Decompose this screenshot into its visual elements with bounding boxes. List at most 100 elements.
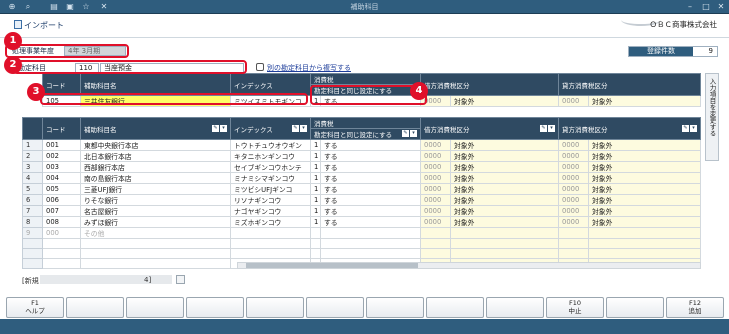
function-key-5[interactable] xyxy=(246,297,304,318)
sort-filter-icon[interactable]: ✎ ▾ xyxy=(211,124,227,132)
row-credit-code[interactable]: 0000 xyxy=(558,139,589,151)
row-credit-code[interactable]: 0000 xyxy=(558,172,589,184)
entry-credit-code[interactable]: 0000 xyxy=(558,95,589,107)
sort-filter-icon[interactable]: ✎ ▾ xyxy=(539,124,555,132)
table-row[interactable]: 6 006 りそな銀行 リソナギンコウ 1 する 0000 対象外 0000 対象外 xyxy=(22,194,701,206)
table-row[interactable]: 9 000 その他 xyxy=(22,227,701,239)
function-key-1[interactable]: F1 ヘルプ xyxy=(6,297,64,318)
row-credit-label[interactable]: 対象外 xyxy=(588,183,701,195)
row-name[interactable]: みずほ銀行 xyxy=(80,216,231,228)
row-same-no[interactable]: 1 xyxy=(310,183,321,195)
row-debit-code[interactable]: 0000 xyxy=(420,194,451,206)
horizontal-scrollbar[interactable] xyxy=(237,262,701,269)
row-code[interactable]: 000 xyxy=(42,227,81,239)
row-debit-label[interactable]: 対象外 xyxy=(450,183,559,195)
row-same-no[interactable]: 1 xyxy=(310,205,321,217)
row-code[interactable]: 007 xyxy=(42,205,81,217)
function-key-3[interactable] xyxy=(126,297,184,318)
row-credit-code[interactable] xyxy=(558,227,589,239)
row-debit-code[interactable]: 0000 xyxy=(420,161,451,173)
row-name[interactable]: 東都中央銀行本店 xyxy=(80,139,231,151)
row-index[interactable]: ナゴヤギンコウ xyxy=(230,205,311,217)
table-row[interactable]: 7 007 名古屋銀行 ナゴヤギンコウ 1 する 0000 対象外 0000 対象外 xyxy=(22,205,701,217)
list-header-credit-tax[interactable]: 貸方消費税区分 ✎ ▾ xyxy=(558,117,701,140)
row-name[interactable]: 南の島銀行本店 xyxy=(80,172,231,184)
row-same-label[interactable]: する xyxy=(320,216,421,228)
row-same-no[interactable]: 1 xyxy=(310,161,321,173)
row-credit-label[interactable]: 対象外 xyxy=(588,161,701,173)
row-credit-label[interactable] xyxy=(588,227,701,239)
row-code[interactable]: 001 xyxy=(42,139,81,151)
entry-credit-label[interactable]: 対象外 xyxy=(588,95,701,107)
row-same-label[interactable]: する xyxy=(320,194,421,206)
row-credit-label[interactable]: 対象外 xyxy=(588,194,701,206)
row-credit-label[interactable]: 対象外 xyxy=(588,172,701,184)
maximize-icon[interactable]: □ xyxy=(699,1,713,13)
row-same-no[interactable] xyxy=(310,227,321,239)
row-same-no[interactable]: 1 xyxy=(310,150,321,162)
list-header-index[interactable]: インデックス ✎ ▾ xyxy=(230,117,311,140)
row-index[interactable]: リソナギンコウ xyxy=(230,194,311,206)
row-credit-code[interactable]: 0000 xyxy=(558,183,589,195)
function-key-6[interactable] xyxy=(306,297,364,318)
row-debit-code[interactable]: 0000 xyxy=(420,183,451,195)
row-debit-label[interactable]: 対象外 xyxy=(450,216,559,228)
row-credit-label[interactable]: 対象外 xyxy=(588,205,701,217)
row-same-no[interactable]: 1 xyxy=(310,139,321,151)
new-row-button[interactable] xyxy=(176,275,185,284)
row-index[interactable]: キタニホンギンコウ xyxy=(230,150,311,162)
row-same-label[interactable]: する xyxy=(320,205,421,217)
row-name[interactable]: 名古屋銀行 xyxy=(80,205,231,217)
row-index[interactable] xyxy=(230,227,311,239)
row-debit-label[interactable]: 対象外 xyxy=(450,161,559,173)
row-credit-code[interactable]: 0000 xyxy=(558,194,589,206)
row-credit-label[interactable]: 対象外 xyxy=(588,150,701,162)
row-index[interactable]: ミズホギンコウ xyxy=(230,216,311,228)
row-credit-code[interactable]: 0000 xyxy=(558,150,589,162)
function-key-9[interactable] xyxy=(486,297,544,318)
table-row[interactable]: 8 008 みずほ銀行 ミズホギンコウ 1 する 0000 対象外 0000 対象外 xyxy=(22,216,701,228)
row-same-no[interactable]: 1 xyxy=(310,216,321,228)
entry-debit-label[interactable]: 対象外 xyxy=(450,95,559,107)
row-code[interactable]: 004 xyxy=(42,172,81,184)
row-same-no[interactable]: 1 xyxy=(310,194,321,206)
row-credit-label[interactable]: 対象外 xyxy=(588,139,701,151)
sort-filter-icon[interactable]: ✎ ▾ xyxy=(681,124,697,132)
function-key-7[interactable] xyxy=(366,297,424,318)
table-row[interactable]: 1 001 東都中央銀行本店 トウトチュウオウギン 1 する 0000 対象外 0000 対象外 xyxy=(22,139,701,151)
row-credit-label[interactable]: 対象外 xyxy=(588,216,701,228)
row-code[interactable]: 006 xyxy=(42,194,81,206)
sort-filter-icon[interactable]: ✎ ▾ xyxy=(291,124,307,132)
row-debit-code[interactable] xyxy=(420,227,451,239)
row-debit-code[interactable]: 0000 xyxy=(420,216,451,228)
row-debit-label[interactable]: 対象外 xyxy=(450,172,559,184)
row-code[interactable]: 008 xyxy=(42,216,81,228)
row-debit-label[interactable] xyxy=(450,227,559,239)
row-name[interactable]: りそな銀行 xyxy=(80,194,231,206)
row-credit-code[interactable]: 0000 xyxy=(558,205,589,217)
row-name[interactable]: 北日本銀行本店 xyxy=(80,150,231,162)
list-header-debit-tax[interactable]: 借方消費税区分 ✎ ▾ xyxy=(420,117,559,140)
row-same-label[interactable]: する xyxy=(320,183,421,195)
row-debit-label[interactable]: 対象外 xyxy=(450,194,559,206)
list-header-name[interactable]: 補助科目名 ✎ ▾ xyxy=(80,117,231,140)
table-row[interactable]: 4 004 南の島銀行本店 ミナミシマギンコウ 1 する 0000 対象外 0000 対象外 xyxy=(22,172,701,184)
function-key-4[interactable] xyxy=(186,297,244,318)
row-debit-code[interactable]: 0000 xyxy=(420,205,451,217)
function-key-8[interactable] xyxy=(426,297,484,318)
row-index[interactable]: セイブギンコウホンテ xyxy=(230,161,311,173)
close-icon[interactable]: ✕ xyxy=(714,1,728,13)
table-row[interactable]: 5 005 三菱UFJ銀行 ミツビシUFJギンコ 1 する 0000 対象外 0000 対象外 xyxy=(22,183,701,195)
sort-filter-icon[interactable]: ✎ ▾ xyxy=(401,130,417,137)
scrollbar-thumb[interactable] xyxy=(246,263,418,268)
row-code[interactable]: 005 xyxy=(42,183,81,195)
list-header-same-as-account[interactable]: 勘定科目と同じ設定にする ✎ ▾ xyxy=(310,128,421,140)
row-same-label[interactable] xyxy=(320,227,421,239)
row-debit-label[interactable]: 対象外 xyxy=(450,150,559,162)
row-index[interactable]: ミナミシマギンコウ xyxy=(230,172,311,184)
row-code[interactable]: 002 xyxy=(42,150,81,162)
change-input-items-button[interactable]: 入力項目を変更する xyxy=(705,73,719,161)
minimize-icon[interactable]: – xyxy=(683,1,697,13)
row-debit-code[interactable]: 0000 xyxy=(420,150,451,162)
row-credit-code[interactable]: 0000 xyxy=(558,161,589,173)
